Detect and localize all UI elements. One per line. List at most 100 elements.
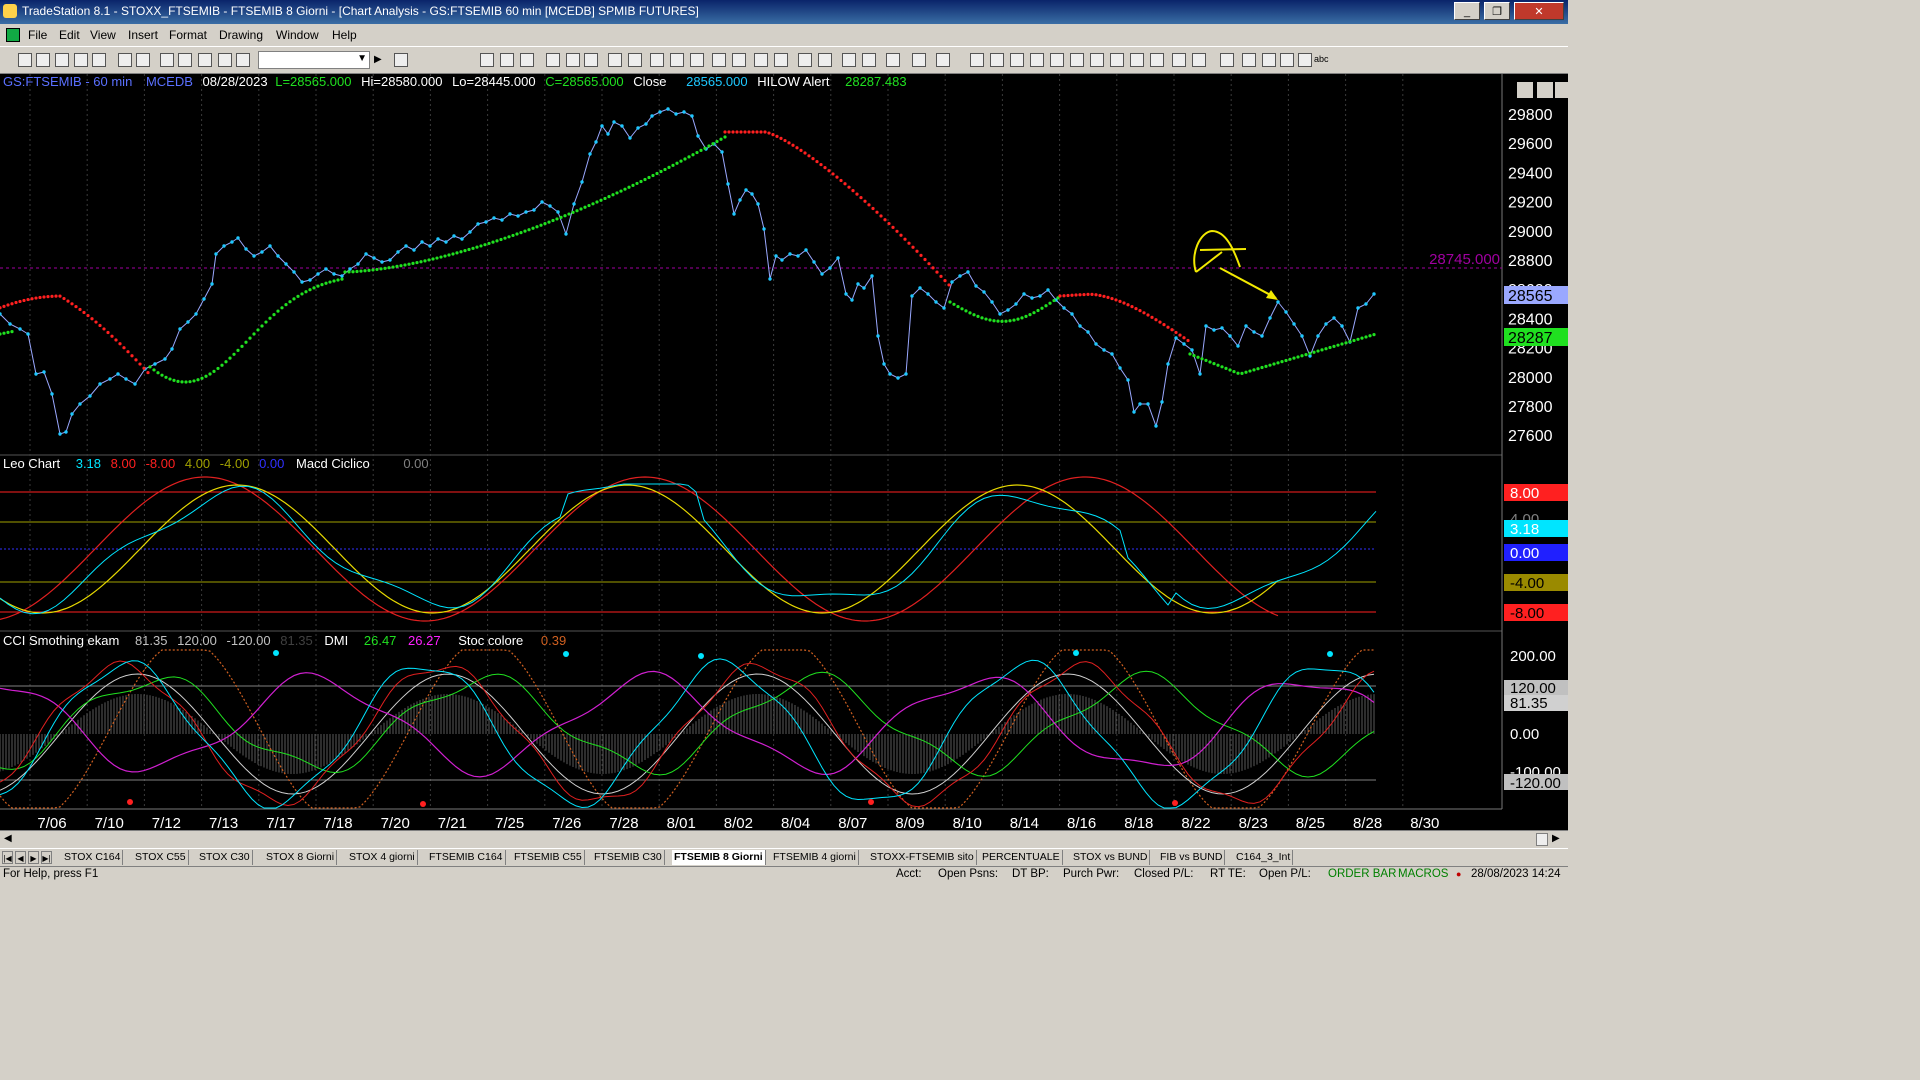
tab-stox-4giorni[interactable]: STOX 4 giorni: [347, 850, 418, 865]
horizontal-line-icon[interactable]: [1050, 53, 1064, 67]
print-icon[interactable]: [74, 53, 88, 67]
tab-last-button[interactable]: ▶|: [41, 851, 52, 864]
globe-icon[interactable]: [886, 53, 900, 67]
tab-prev-button[interactable]: ◀: [15, 851, 26, 864]
zoom-out-icon[interactable]: [970, 53, 984, 67]
globe-icon[interactable]: [198, 53, 212, 67]
chart-svg[interactable]: GS:FTSEMIB - 60 min MCEDB 08/28/2023 L=2…: [0, 74, 1568, 832]
arrow-up-icon[interactable]: [1090, 53, 1104, 67]
pointer-icon[interactable]: [480, 53, 494, 67]
menu-drawing[interactable]: Drawing: [219, 28, 263, 42]
format-icon[interactable]: [218, 53, 232, 67]
close-button[interactable]: ✕: [1514, 2, 1564, 20]
arrow-down-icon[interactable]: [1110, 53, 1124, 67]
chart-doc-icon[interactable]: [6, 28, 20, 42]
circle-icon[interactable]: [628, 53, 642, 67]
text-tool-label[interactable]: abc: [1314, 54, 1329, 64]
new-icon[interactable]: [690, 53, 704, 67]
trendline-icon[interactable]: [1030, 53, 1044, 67]
print-preview-icon[interactable]: [92, 53, 106, 67]
insert-chart-icon[interactable]: [118, 53, 132, 67]
lock-icon[interactable]: [842, 53, 856, 67]
menu-edit[interactable]: Edit: [59, 28, 80, 42]
lock-icon[interactable]: [160, 53, 174, 67]
print-preview-icon[interactable]: [774, 53, 788, 67]
tab-ftsemib-4giorni[interactable]: FTSEMIB 4 giorni: [771, 850, 859, 865]
print-preview-icon[interactable]: [1280, 53, 1294, 67]
restore-button[interactable]: ❐: [1484, 2, 1510, 20]
annotation-drawing[interactable]: [1193, 229, 1278, 300]
tab-fib-vs-bund[interactable]: FIB vs BUND: [1158, 850, 1226, 865]
save-icon[interactable]: [55, 53, 69, 67]
scroll-right-icon[interactable]: ▶: [1552, 833, 1560, 844]
combo-next-icon[interactable]: ▶: [374, 54, 382, 65]
tab-first-button[interactable]: |◀: [2, 851, 13, 864]
arrow-up-icon[interactable]: [584, 53, 598, 67]
chart-restore-button[interactable]: [1537, 82, 1553, 98]
fibonacci-icon[interactable]: [566, 53, 580, 67]
text-icon[interactable]: [670, 53, 684, 67]
paint-icon[interactable]: [178, 53, 192, 67]
tab-ftsemib-c164[interactable]: FTSEMIB C164: [427, 850, 506, 865]
new-icon[interactable]: [18, 53, 32, 67]
minimize-button[interactable]: _: [1454, 2, 1480, 20]
save-icon[interactable]: [732, 53, 746, 67]
status-macros[interactable]: MACROS: [1398, 868, 1448, 880]
insert-chart-icon[interactable]: [1298, 53, 1312, 67]
tab-ftsemib-c55[interactable]: FTSEMIB C55: [512, 850, 585, 865]
menu-help[interactable]: Help: [332, 28, 357, 42]
tab-stox-c164[interactable]: STOX C164: [62, 850, 124, 865]
tab-stoxx-ftsemib-sito[interactable]: STOXX-FTSEMIB sito: [868, 850, 977, 865]
menu-insert[interactable]: Insert: [128, 28, 158, 42]
open-icon[interactable]: [1220, 53, 1234, 67]
price-dot: [70, 412, 74, 416]
menu-file[interactable]: File: [28, 28, 47, 42]
tab-c164-3-int[interactable]: C164_3_Int: [1234, 850, 1294, 865]
print-icon[interactable]: [754, 53, 768, 67]
chart-min-button[interactable]: [1517, 82, 1533, 98]
scroll-left-icon[interactable]: ◀: [4, 833, 12, 844]
tab-ftsemib-8giorni[interactable]: FTSEMIB 8 Giorni: [672, 850, 766, 865]
tab-stox-c55[interactable]: STOX C55: [133, 850, 189, 865]
tab-stox-c30[interactable]: STOX C30: [197, 850, 253, 865]
menu-format[interactable]: Format: [169, 28, 207, 42]
tab-stox-8giorni[interactable]: STOX 8 Giorni: [264, 850, 338, 865]
insert-grid-icon[interactable]: [136, 53, 150, 67]
status-order-bar[interactable]: ORDER BAR: [1328, 868, 1396, 880]
scroll-thumb[interactable]: [1536, 833, 1548, 846]
fibonacci-icon[interactable]: [1070, 53, 1084, 67]
text-icon[interactable]: [1172, 53, 1186, 67]
arrow-down-icon[interactable]: [608, 53, 622, 67]
open-icon[interactable]: [712, 53, 726, 67]
save-icon[interactable]: [1242, 53, 1256, 67]
pointer-icon[interactable]: [990, 53, 1004, 67]
tab-next-button[interactable]: ▶: [28, 851, 39, 864]
chart-window[interactable]: GS:FTSEMIB - 60 min MCEDB 08/28/2023 L=2…: [0, 74, 1568, 832]
price-scale-area: [1502, 74, 1568, 830]
chart-close-button[interactable]: [1555, 82, 1568, 98]
tab-percentuale[interactable]: PERCENTUALE: [980, 850, 1063, 865]
horizontal-scrollbar[interactable]: ◀ ▶: [0, 830, 1568, 849]
tab-stox-vs-bund[interactable]: STOX vs BUND: [1071, 850, 1151, 865]
paint-icon[interactable]: [862, 53, 876, 67]
toolbar-combo[interactable]: ▼: [258, 51, 370, 69]
menu-view[interactable]: View: [90, 28, 116, 42]
rectangle-icon[interactable]: [1150, 53, 1164, 67]
horizontal-line-icon[interactable]: [546, 53, 560, 67]
crosshair-icon[interactable]: [500, 53, 514, 67]
trendline-icon[interactable]: [520, 53, 534, 67]
insert-chart-icon[interactable]: [798, 53, 812, 67]
zoom-in-icon[interactable]: [236, 53, 250, 67]
format-icon[interactable]: [912, 53, 926, 67]
new-icon[interactable]: [1192, 53, 1206, 67]
menu-window[interactable]: Window: [276, 28, 319, 42]
insert-grid-icon[interactable]: [818, 53, 832, 67]
zoom-in-icon[interactable]: [936, 53, 950, 67]
print-icon[interactable]: [1262, 53, 1276, 67]
rectangle-icon[interactable]: [650, 53, 664, 67]
tab-ftsemib-c30[interactable]: FTSEMIB C30: [592, 850, 665, 865]
circle-icon[interactable]: [1130, 53, 1144, 67]
crosshair-icon[interactable]: [1010, 53, 1024, 67]
zoom-out-icon[interactable]: [394, 53, 408, 67]
open-icon[interactable]: [36, 53, 50, 67]
